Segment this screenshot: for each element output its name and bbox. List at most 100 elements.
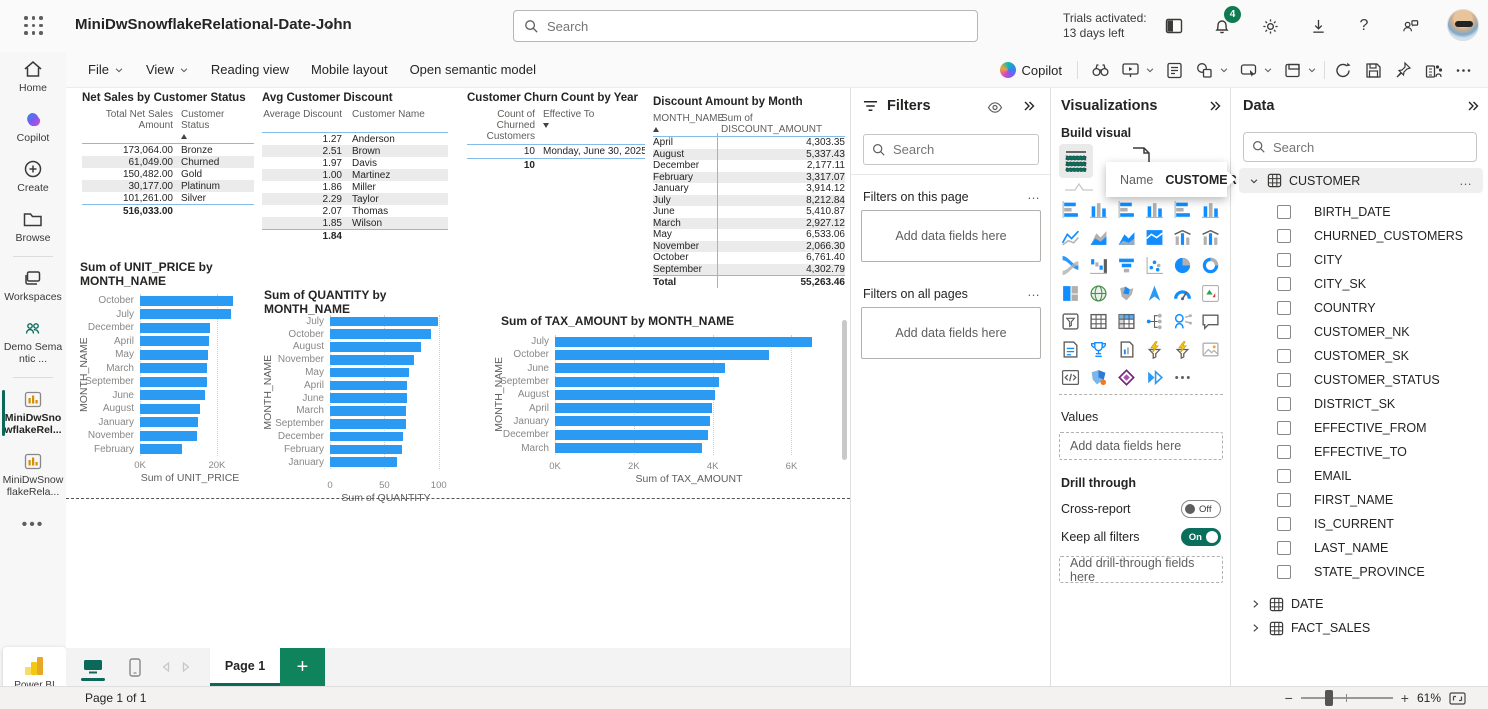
- field-checkbox[interactable]: [1277, 253, 1291, 267]
- field-checkbox[interactable]: [1277, 517, 1291, 531]
- table-node-fact_sales[interactable]: FACT_SALES: [1239, 616, 1483, 640]
- table-row[interactable]: October6,761.40: [653, 252, 845, 264]
- stacked-bar-chart-icon[interactable]: [1057, 196, 1083, 222]
- more-visuals-icon[interactable]: [1169, 364, 1195, 390]
- filters-search[interactable]: [863, 134, 1039, 165]
- 100-stacked-bar-chart-icon[interactable]: [1169, 196, 1195, 222]
- sidebar-item-demo-semantic-model[interactable]: Demo Semantic ...: [0, 311, 66, 373]
- table-row[interactable]: 173,064.00Bronze: [82, 144, 254, 156]
- refresh-icon[interactable]: [1328, 56, 1358, 84]
- stacked-area-chart-icon[interactable]: [1113, 224, 1139, 250]
- donut-chart-icon[interactable]: [1197, 252, 1223, 278]
- settings-gear-icon[interactable]: [1258, 14, 1282, 38]
- keep-all-filters-toggle[interactable]: On: [1181, 528, 1221, 546]
- card-icon[interactable]: [1057, 336, 1083, 362]
- field-checkbox[interactable]: [1277, 493, 1291, 507]
- table-visual-avg-discount[interactable]: Avg Customer Discount Average DiscountCu…: [262, 92, 448, 242]
- collapse-pane-chevron-icon[interactable]: [1467, 100, 1479, 112]
- field-row-customer_status[interactable]: CUSTOMER_STATUS: [1239, 368, 1483, 392]
- treemap-icon[interactable]: [1057, 280, 1083, 306]
- collapse-pane-chevron-icon[interactable]: [1209, 100, 1221, 112]
- line-and-clustered-column-chart-icon[interactable]: [1197, 224, 1223, 250]
- table-row[interactable]: 150,482.00Gold: [82, 168, 254, 180]
- paginated-icon[interactable]: [1141, 364, 1167, 390]
- table-row[interactable]: January3,914.12: [653, 183, 845, 195]
- explore-icon[interactable]: [1085, 56, 1115, 84]
- bar[interactable]: [140, 431, 197, 441]
- next-page-chevron-icon[interactable]: [176, 648, 196, 686]
- table-row[interactable]: 2.29Taylor: [262, 193, 448, 205]
- table-icon[interactable]: [1085, 308, 1111, 334]
- table-row[interactable]: 2.07Thomas: [262, 205, 448, 217]
- column-header[interactable]: Sum of DISCOUNT_AMOUNT: [715, 113, 845, 135]
- bar[interactable]: [555, 416, 710, 426]
- map-icon[interactable]: [1085, 280, 1111, 306]
- chevron-down-icon[interactable]: [1249, 176, 1259, 186]
- mobile-view-icon[interactable]: [114, 648, 156, 686]
- power-apps-icon[interactable]: [1113, 364, 1139, 390]
- bar[interactable]: [140, 404, 200, 414]
- table-row[interactable]: June5,410.87: [653, 206, 845, 218]
- field-row-birth_date[interactable]: BIRTH_DATE: [1239, 200, 1483, 224]
- 100-stacked-area-chart-icon[interactable]: [1141, 224, 1167, 250]
- shapes-icon[interactable]: [1189, 56, 1219, 84]
- bar[interactable]: [330, 432, 403, 442]
- zoom-out-button[interactable]: −: [1285, 690, 1293, 706]
- matrix-icon[interactable]: [1113, 308, 1139, 334]
- title-chevron-down-icon[interactable]: [322, 20, 334, 32]
- fit-to-page-icon[interactable]: [1449, 692, 1466, 705]
- rail-more-icon[interactable]: •••: [0, 516, 66, 534]
- bar[interactable]: [330, 406, 406, 416]
- field-checkbox[interactable]: [1277, 205, 1291, 219]
- kpi-icon[interactable]: [1197, 280, 1223, 306]
- filters-dropzone[interactable]: Add data fields here: [861, 307, 1041, 359]
- bar[interactable]: [140, 417, 198, 427]
- table-row[interactable]: 101,261.00Silver: [82, 192, 254, 204]
- sidebar-item-browse[interactable]: Browse: [0, 202, 66, 252]
- bar[interactable]: [330, 457, 397, 467]
- bar[interactable]: [555, 377, 719, 387]
- bar[interactable]: [140, 309, 231, 319]
- filled-map-icon[interactable]: [1113, 280, 1139, 306]
- bar[interactable]: [555, 430, 708, 440]
- account-avatar[interactable]: [1447, 9, 1479, 41]
- table-row[interactable]: September4,302.79: [653, 264, 845, 276]
- table-visual-churn[interactable]: Customer Churn Count by Year Count of Ch…: [467, 92, 645, 171]
- field-row-country[interactable]: COUNTRY: [1239, 296, 1483, 320]
- bar[interactable]: [140, 390, 205, 400]
- save-icon[interactable]: [1358, 56, 1388, 84]
- clustered-column-chart-icon[interactable]: [1141, 196, 1167, 222]
- menu-item-view[interactable]: View: [146, 62, 189, 77]
- bar-chart-quantity[interactable]: Sum of QUANTITY by MONTH_NAME 050100July…: [264, 288, 460, 503]
- table-row[interactable]: 1.86Miller: [262, 181, 448, 193]
- field-row-last_name[interactable]: LAST_NAME: [1239, 536, 1483, 560]
- drill-through-dropzone[interactable]: Add drill-through fields here: [1059, 556, 1223, 583]
- bar[interactable]: [330, 317, 438, 327]
- chevron-right-icon[interactable]: [1251, 623, 1260, 633]
- bar[interactable]: [140, 363, 207, 373]
- script-visual-icon[interactable]: [1057, 364, 1083, 390]
- sidebar-item-workspaces[interactable]: Workspaces: [0, 261, 66, 311]
- field-row-churned_customers[interactable]: CHURNED_CUSTOMERS: [1239, 224, 1483, 248]
- field-checkbox[interactable]: [1277, 301, 1291, 315]
- bar[interactable]: [140, 350, 208, 360]
- help-icon[interactable]: ?: [1352, 14, 1376, 38]
- text-box-icon[interactable]: [1159, 56, 1189, 84]
- field-checkbox[interactable]: [1277, 277, 1291, 291]
- waterfall-chart-icon[interactable]: [1085, 252, 1111, 278]
- arcgis-map-icon[interactable]: [1085, 364, 1111, 390]
- sidebar-item-home[interactable]: Home: [0, 52, 66, 102]
- field-checkbox[interactable]: [1277, 349, 1291, 363]
- bar[interactable]: [330, 355, 414, 365]
- visual-container-icon[interactable]: [1277, 56, 1307, 84]
- bar[interactable]: [330, 368, 409, 378]
- bar[interactable]: [555, 403, 712, 413]
- page-tab[interactable]: Page 1: [210, 648, 280, 686]
- bar[interactable]: [140, 444, 182, 454]
- global-search[interactable]: [513, 10, 978, 42]
- field-row-district_sk[interactable]: DISTRICT_SK: [1239, 392, 1483, 416]
- chevron-right-icon[interactable]: [1251, 599, 1260, 609]
- bar[interactable]: [140, 296, 233, 306]
- field-row-state_province[interactable]: STATE_PROVINCE: [1239, 560, 1483, 584]
- bar-chart-tax-amount[interactable]: Sum of TAX_AMOUNT by MONTH_NAME 0K2K4K6K…: [485, 306, 847, 488]
